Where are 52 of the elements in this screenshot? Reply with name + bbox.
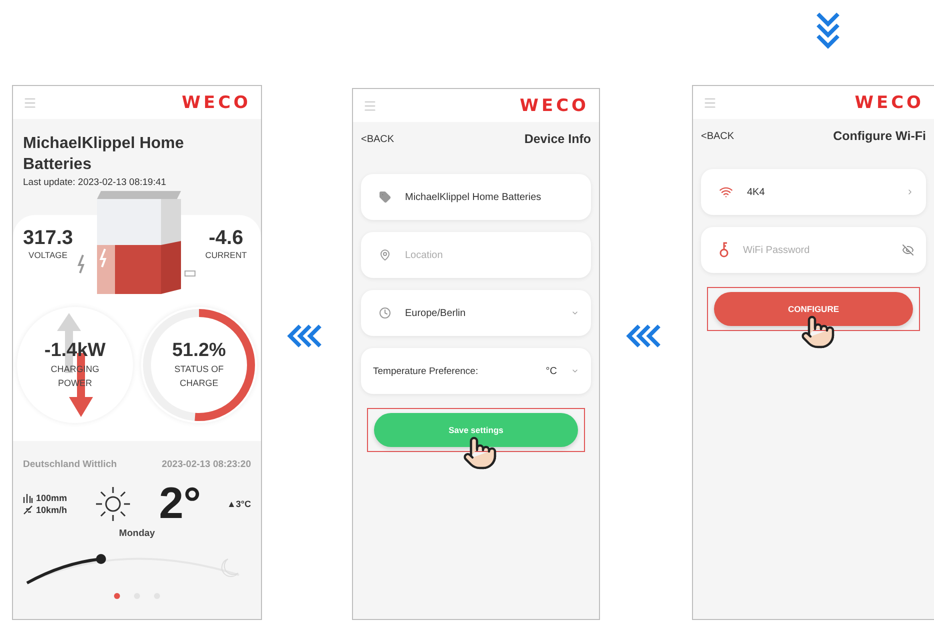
dropdown-caret-icon[interactable] (571, 367, 579, 375)
field-value: Europe/Berlin (405, 308, 467, 318)
page-dot[interactable] (114, 593, 120, 599)
field-placeholder: Location (405, 250, 444, 260)
weekday: Monday (119, 528, 155, 539)
clock-icon (379, 307, 391, 319)
wind-speed: 10km/h (36, 505, 68, 515)
screen-title: Device Info (524, 132, 591, 146)
submit-button[interactable]: CONFIGURE (714, 292, 913, 326)
field-value: °C (546, 366, 557, 376)
back-link[interactable]: <BACK (361, 134, 394, 144)
tag-icon (379, 191, 391, 203)
rain-icon (23, 493, 33, 503)
menu-icon[interactable] (703, 96, 717, 110)
charge-label: STATUS OF CHARGE (173, 363, 225, 390)
current-label: CURRENT (205, 250, 247, 260)
voltage-label: VOLTAGE (28, 250, 68, 260)
menu-icon[interactable] (363, 98, 377, 112)
logo: WECO (182, 92, 251, 112)
input-field[interactable]: MichaelKlippel Home Batteries (361, 174, 591, 220)
voltage-value: 317.3 (22, 227, 74, 250)
rain-amount: 100mm (36, 493, 68, 503)
weather-location: Deutschland Wittlich (23, 459, 117, 470)
wind-icon (23, 505, 33, 515)
weather-time: 2023-02-13 08:23:20 (162, 459, 251, 470)
temperature: 2° (158, 482, 202, 526)
temperature-select[interactable]: Temperature Preference: °C (361, 348, 591, 394)
logo: WECO (854, 92, 924, 112)
high-temperature: ▲3°C (226, 499, 251, 509)
location-pin-icon (379, 249, 391, 261)
hide-password-icon[interactable] (902, 244, 914, 256)
chevron-right-icon[interactable] (906, 188, 914, 196)
dropdown-caret-icon[interactable] (571, 309, 579, 317)
field-value: MichaelKlippel Home Batteries (405, 192, 542, 202)
field-label: Temperature Preference: (373, 366, 480, 376)
key-icon (719, 242, 729, 258)
field-value: 4K4 (747, 186, 766, 198)
timezone-select[interactable]: Europe/Berlin (361, 290, 591, 336)
charge-value: 51.2% (172, 340, 226, 362)
pointing-hand-icon (800, 314, 836, 350)
back-link[interactable]: <BACK (701, 130, 734, 142)
wifi-icon (719, 185, 733, 199)
field-placeholder: WiFi Password (743, 244, 811, 256)
menu-icon[interactable] (23, 96, 37, 110)
logo: WECO (520, 96, 589, 116)
last-update: Last update: 2023-02-13 08:19:41 (23, 177, 168, 188)
input-field[interactable]: 4K4 (701, 169, 926, 215)
charging-power-value: -1.4kW (44, 340, 106, 362)
pointing-hand-icon (462, 435, 498, 471)
screen-title: Configure Wi-Fi (833, 129, 926, 143)
battery-title: MichaelKlippel Home Batteries (23, 134, 185, 175)
current-value: -4.6 (208, 227, 244, 250)
